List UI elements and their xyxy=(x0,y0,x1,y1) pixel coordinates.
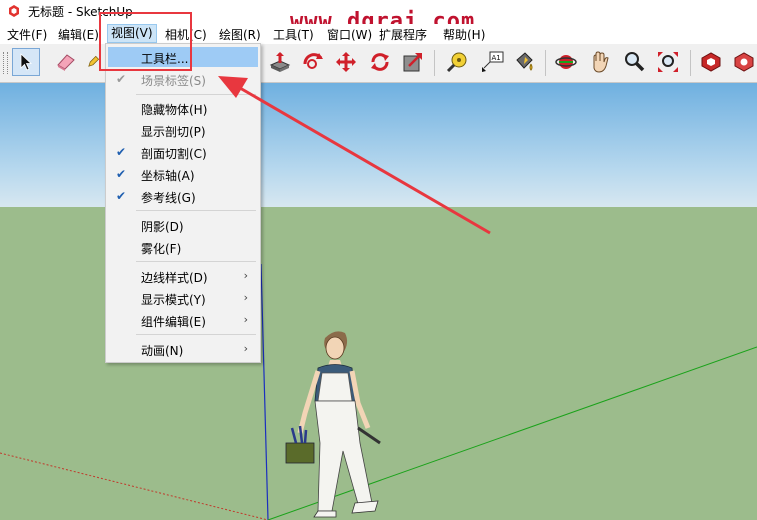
menu-help[interactable]: 帮助(H) xyxy=(443,26,485,43)
move-tool-icon xyxy=(336,52,356,72)
eraser-tool-button[interactable] xyxy=(52,48,80,76)
pan-tool-button[interactable] xyxy=(586,48,614,76)
menu-tools[interactable]: 工具(T) xyxy=(273,26,314,43)
menu-extensions[interactable]: 扩展程序 xyxy=(379,26,427,43)
menu-item-fog[interactable]: 雾化(F) xyxy=(108,237,258,257)
toolbar-separator xyxy=(690,50,691,76)
pencil-tool-icon xyxy=(88,55,100,67)
title-bar: 无标题 - SketchUp www.dgrai.com xyxy=(0,0,757,34)
checkmark-icon: ✔ xyxy=(116,145,127,159)
toolbar-separator xyxy=(434,50,435,76)
toolbar-separator xyxy=(545,50,546,76)
menu-item-label: 场景标签(S) xyxy=(141,74,206,88)
menu-camera[interactable]: 相机(C) xyxy=(165,26,207,43)
scale-figure xyxy=(285,331,381,518)
rotate-tool-icon xyxy=(371,53,389,71)
extension-warehouse-icon xyxy=(734,52,754,72)
orbit-tool-button[interactable] xyxy=(552,48,580,76)
red-axis xyxy=(0,452,269,520)
menu-item-hidden-geometry[interactable]: 隐藏物体(H) xyxy=(108,98,258,118)
menu-window[interactable]: 窗口(W) xyxy=(327,26,372,43)
extension-warehouse-button[interactable] xyxy=(730,48,757,76)
paint-bucket-tool-button[interactable] xyxy=(510,48,538,76)
menu-item-label: 参考线(G) xyxy=(141,191,196,205)
menu-item-axes[interactable]: ✔ 坐标轴(A) xyxy=(108,164,258,184)
submenu-arrow-icon: › xyxy=(243,313,248,326)
svg-text:A1: A1 xyxy=(492,54,501,62)
push-pull-tool-icon xyxy=(269,52,291,72)
submenu-arrow-icon: › xyxy=(243,269,248,282)
zoom-extents-tool-button[interactable] xyxy=(654,48,682,76)
select-tool-icon xyxy=(20,53,33,71)
paint-bucket-tool-icon xyxy=(516,52,533,71)
menu-item-label: 组件编辑(E) xyxy=(141,315,206,329)
menu-item-label: 隐藏物体(H) xyxy=(141,103,208,117)
submenu-arrow-icon: › xyxy=(243,291,248,304)
menu-item-label: 边线样式(D) xyxy=(141,271,208,285)
toolbar-gripper[interactable] xyxy=(3,52,8,74)
menu-bar: 文件(F) 编辑(E) 视图(V) 相机(C) 绘图(R) 工具(T) 窗口(W… xyxy=(0,24,757,44)
menu-item-section-cuts[interactable]: ✔ 剖面切割(C) xyxy=(108,142,258,162)
follow-me-tool-icon xyxy=(303,53,323,69)
window-title: 无标题 - SketchUp xyxy=(28,5,133,19)
menu-item-component-edit[interactable]: 组件编辑(E) › xyxy=(108,310,258,330)
3d-warehouse-icon xyxy=(701,52,721,72)
push-pull-tool-button[interactable] xyxy=(266,48,294,76)
checkmark-icon: ✔ xyxy=(116,72,127,86)
follow-me-tool-button[interactable] xyxy=(299,48,327,76)
menu-draw[interactable]: 绘图(R) xyxy=(219,26,261,43)
menu-item-label: 坐标轴(A) xyxy=(141,169,195,183)
text-tool-button[interactable]: A1 xyxy=(478,48,506,76)
menu-edit[interactable]: 编辑(E) xyxy=(58,26,99,43)
sketchup-logo-icon xyxy=(9,5,19,17)
zoom-tool-icon xyxy=(625,52,645,72)
eraser-tool-icon xyxy=(57,54,75,71)
select-tool-button[interactable] xyxy=(12,48,40,76)
menu-item-scene-tabs[interactable]: ✔ 场景标签(S) xyxy=(108,69,258,89)
menu-item-label: 显示模式(Y) xyxy=(141,293,206,307)
menu-item-face-style[interactable]: 显示模式(Y) › xyxy=(108,288,258,308)
zoom-extents-tool-icon xyxy=(658,52,678,72)
orbit-tool-icon xyxy=(555,55,577,69)
blue-axis xyxy=(260,263,269,520)
tape-measure-tool-button[interactable] xyxy=(443,48,471,76)
menu-item-edge-style[interactable]: 边线样式(D) › xyxy=(108,266,258,286)
rotate-tool-button[interactable] xyxy=(366,48,394,76)
menu-item-toolbars[interactable]: 工具栏... xyxy=(108,47,258,67)
menu-separator xyxy=(136,94,256,95)
menu-item-label: 阴影(D) xyxy=(141,220,184,234)
checkmark-icon: ✔ xyxy=(116,189,127,203)
menu-item-label: 雾化(F) xyxy=(141,242,182,256)
pencil-tool-button[interactable] xyxy=(86,48,100,76)
menu-item-guides[interactable]: ✔ 参考线(G) xyxy=(108,186,258,206)
menu-file[interactable]: 文件(F) xyxy=(7,26,47,43)
checkmark-icon: ✔ xyxy=(116,167,127,181)
menu-item-animation[interactable]: 动画(N) › xyxy=(108,339,258,359)
tape-measure-tool-icon xyxy=(446,52,467,73)
menu-separator xyxy=(136,334,256,335)
menu-item-shadows[interactable]: 阴影(D) xyxy=(108,215,258,235)
move-tool-button[interactable] xyxy=(332,48,360,76)
submenu-arrow-icon: › xyxy=(243,342,248,355)
menu-separator xyxy=(136,210,256,211)
menu-item-section-planes[interactable]: 显示剖切(P) xyxy=(108,120,258,140)
pan-tool-icon xyxy=(593,51,609,73)
zoom-tool-button[interactable] xyxy=(620,48,648,76)
view-menu-dropdown: 工具栏... ✔ 场景标签(S) 隐藏物体(H) 显示剖切(P) ✔ 剖面切割(… xyxy=(105,43,261,363)
menu-view[interactable]: 视图(V) xyxy=(107,24,157,43)
menu-item-label: 工具栏... xyxy=(141,52,189,66)
menu-separator xyxy=(136,261,256,262)
scale-tool-button[interactable] xyxy=(399,48,427,76)
3d-warehouse-button[interactable] xyxy=(697,48,725,76)
menu-item-label: 动画(N) xyxy=(141,344,184,358)
menu-item-label: 剖面切割(C) xyxy=(141,147,207,161)
scale-tool-icon xyxy=(403,53,422,72)
menu-item-label: 显示剖切(P) xyxy=(141,125,206,139)
text-tool-icon: A1 xyxy=(482,51,504,72)
